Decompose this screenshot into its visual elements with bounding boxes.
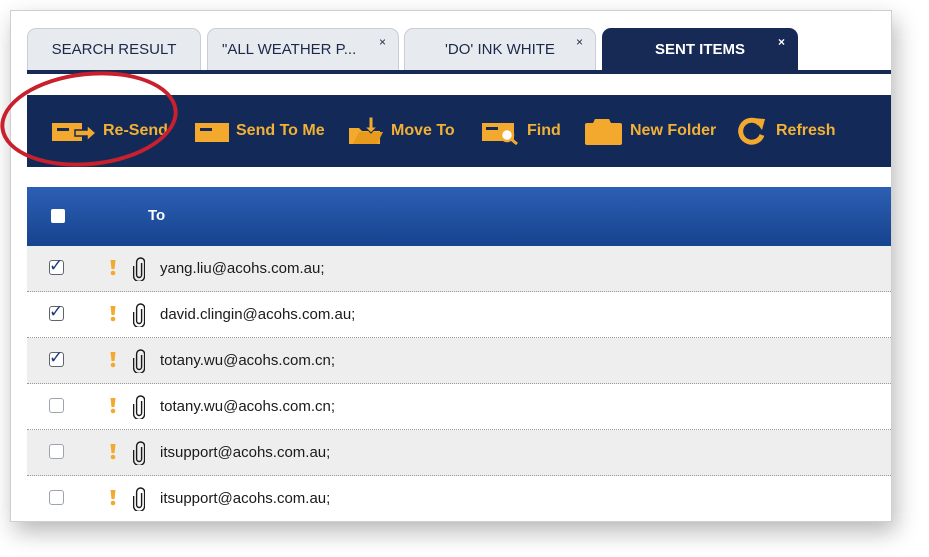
tab-label: 'DO' INK WHITE (445, 41, 555, 58)
exclamation-icon (110, 444, 116, 460)
paperclip-icon (133, 487, 145, 511)
recipient-email: totany.wu@acohs.com.cn; (160, 398, 336, 415)
paperclip-icon (133, 257, 145, 281)
checkmark-icon: ✓ (49, 302, 64, 322)
exclamation-icon (110, 260, 116, 276)
close-icon[interactable]: × (576, 35, 583, 49)
checkmark-icon: ✓ (49, 348, 64, 368)
row-checkbox[interactable]: ✓ (49, 348, 64, 368)
close-icon[interactable]: × (778, 35, 785, 49)
table-row[interactable]: itsupport@acohs.com.au; (27, 430, 891, 476)
new-folder-button[interactable]: New Folder (584, 95, 716, 167)
tab-underline (27, 70, 891, 74)
tab-bar: SEARCH RESULT "ALL WEATHER P... × 'DO' I… (27, 28, 891, 72)
row-checkbox[interactable] (49, 444, 64, 459)
folder-move-icon (349, 116, 383, 144)
send-to-me-label: Send To Me (236, 122, 325, 139)
find-button[interactable]: Find (481, 95, 561, 167)
paperclip-icon (133, 441, 145, 465)
refresh-label: Refresh (776, 122, 836, 139)
paperclip-icon (133, 349, 145, 373)
recipient-email: yang.liu@acohs.com.au; (160, 260, 325, 277)
tab-label: SENT ITEMS (654, 41, 745, 58)
send-to-me-button[interactable]: Send To Me (194, 95, 325, 167)
find-icon (482, 123, 518, 145)
resend-button[interactable]: Re-Send (51, 95, 168, 167)
recipient-email: totany.wu@acohs.com.cn; (160, 352, 336, 369)
tab-do-ink-white[interactable]: 'DO' INK WHITE × (404, 28, 596, 70)
refresh-button[interactable]: Refresh (734, 95, 836, 167)
row-checkbox[interactable]: ✓ (49, 302, 64, 322)
tab-label: "ALL WEATHER P... (222, 41, 357, 58)
resend-icon (52, 123, 97, 143)
table-row[interactable]: totany.wu@acohs.com.cn; (27, 384, 891, 430)
tab-all-weather[interactable]: "ALL WEATHER P... × (207, 28, 399, 70)
recipient-email: itsupport@acohs.com.au; (160, 490, 331, 507)
checkmark-icon: ✓ (49, 256, 64, 276)
paperclip-icon (133, 303, 145, 327)
find-label: Find (527, 122, 561, 139)
close-icon[interactable]: × (379, 35, 386, 49)
table-row[interactable]: ✓ yang.liu@acohs.com.au; (27, 246, 891, 292)
select-all-checkbox[interactable] (51, 209, 65, 223)
table-row[interactable]: ✓ totany.wu@acohs.com.cn; (27, 338, 891, 384)
recipient-email: david.clingin@acohs.com.au; (160, 306, 356, 323)
move-to-button[interactable]: Move To (347, 95, 455, 167)
table-row[interactable]: itsupport@acohs.com.au; (27, 476, 891, 521)
exclamation-icon (110, 398, 116, 414)
paperclip-icon (133, 395, 145, 419)
row-checkbox[interactable]: ✓ (49, 256, 64, 276)
refresh-icon (738, 117, 765, 145)
envelope-icon (195, 123, 229, 142)
row-checkbox[interactable] (49, 490, 64, 505)
exclamation-icon (110, 306, 116, 322)
recipient-email: itsupport@acohs.com.au; (160, 444, 331, 461)
message-list: ✓ yang.liu@acohs.com.au; ✓ david.clingin@ac… (27, 246, 891, 521)
table-row[interactable]: ✓ david.clingin@acohs.com.au; (27, 292, 891, 338)
mail-panel: SEARCH RESULT "ALL WEATHER P... × 'DO' I… (10, 10, 892, 522)
folder-icon (585, 119, 622, 145)
tab-sent-items[interactable]: SENT ITEMS × (602, 28, 798, 70)
exclamation-icon (110, 352, 116, 368)
move-to-label: Move To (391, 122, 455, 139)
toolbar: Re-Send Send To Me Move To Find New Fold… (27, 95, 891, 167)
exclamation-icon (110, 490, 116, 506)
table-header: To (27, 187, 891, 246)
tab-search-result[interactable]: SEARCH RESULT (27, 28, 201, 70)
new-folder-label: New Folder (630, 122, 717, 139)
row-checkbox[interactable] (49, 398, 64, 413)
tab-label: SEARCH RESULT (51, 41, 177, 58)
column-to-header[interactable]: To (148, 207, 165, 224)
resend-label: Re-Send (103, 122, 168, 139)
